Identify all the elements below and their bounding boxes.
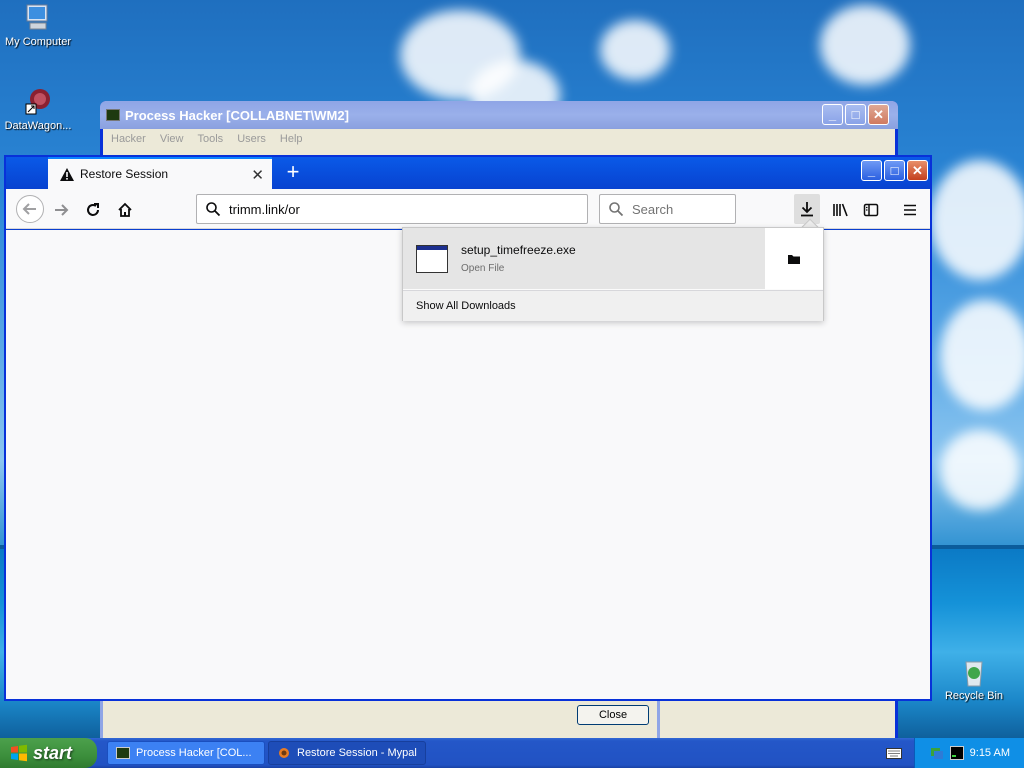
download-arrow-icon	[801, 202, 813, 217]
minimize-button[interactable]: _	[861, 160, 882, 181]
home-button[interactable]	[112, 197, 138, 223]
maximize-button[interactable]: □	[884, 160, 905, 181]
warning-icon	[60, 167, 74, 181]
menu-users[interactable]: Users	[237, 133, 266, 145]
new-tab-button[interactable]: +	[280, 160, 306, 186]
show-all-downloads-button[interactable]: Show All Downloads	[403, 290, 823, 321]
window-controls: _ □ ✕	[822, 104, 889, 125]
search-icon	[206, 202, 221, 217]
folder-icon	[788, 254, 800, 264]
forward-button[interactable]	[48, 197, 74, 223]
browser-app-icon	[279, 748, 289, 758]
start-button[interactable]: start	[0, 738, 97, 768]
browser-window: Restore Session ✕ + _ □ ✕ trimm.link/or …	[4, 155, 932, 701]
navigation-toolbar: trimm.link/or Search	[6, 189, 930, 229]
home-icon	[118, 202, 132, 217]
menu-button[interactable]	[897, 197, 923, 223]
taskbar-item-browser[interactable]: Restore Session - Mypal	[268, 741, 426, 765]
forward-arrow-icon	[55, 204, 69, 216]
reload-icon	[87, 203, 99, 216]
datawagon-shortcut-icon	[25, 89, 50, 115]
back-button[interactable]	[16, 195, 44, 223]
computer-icon	[26, 4, 48, 30]
window-controls: _ □ ✕	[861, 160, 928, 181]
process-hacker-dialog-footer: Close	[100, 700, 660, 738]
taskbar-item-label: Process Hacker [COL...	[136, 747, 252, 759]
process-hacker-title-bar[interactable]: Process Hacker [COLLABNET\WM2] _ □ ✕	[100, 101, 898, 129]
library-icon	[833, 203, 848, 217]
start-label: start	[33, 742, 73, 763]
terminal-icon[interactable]	[949, 746, 964, 760]
taskbar: start Process Hacker [COL... Restore Ses…	[0, 738, 1024, 768]
clock: 9:15 AM	[969, 747, 1010, 759]
process-hacker-app-icon	[106, 109, 120, 121]
download-status: Open File	[461, 263, 505, 274]
maximize-button[interactable]: □	[845, 104, 866, 125]
menu-help[interactable]: Help	[280, 133, 303, 145]
recycle-bin-icon	[965, 661, 983, 687]
search-icon	[609, 202, 624, 217]
search-input[interactable]: Search	[599, 194, 736, 224]
hamburger-menu-icon	[904, 204, 916, 216]
desktop-icon-label: DataWagon...	[4, 120, 72, 132]
tab-bar: Restore Session ✕ + _ □ ✕	[6, 157, 930, 189]
library-button[interactable]	[828, 197, 854, 223]
menu-tools[interactable]: Tools	[198, 133, 224, 145]
process-hacker-app-icon	[116, 747, 130, 759]
minimize-button[interactable]: _	[822, 104, 843, 125]
url-bar[interactable]: trimm.link/or	[196, 194, 588, 224]
reload-button[interactable]	[80, 197, 106, 223]
desktop-icon-label: My Computer	[4, 36, 72, 48]
back-arrow-icon	[22, 203, 36, 215]
taskbar-item-label: Restore Session - Mypal	[297, 747, 417, 759]
url-text: trimm.link/or	[229, 201, 300, 217]
open-containing-folder-button[interactable]	[765, 228, 823, 289]
window-title: Process Hacker [COLLABNET\WM2]	[125, 107, 349, 123]
process-hacker-menu-bar: Hacker View Tools Users Help	[103, 129, 895, 149]
executable-file-icon	[416, 244, 448, 273]
taskbar-item-process-hacker[interactable]: Process Hacker [COL...	[107, 741, 265, 765]
downloads-button[interactable]	[794, 194, 820, 224]
tab-restore-session[interactable]: Restore Session ✕	[48, 157, 272, 189]
close-button[interactable]: Close	[577, 705, 649, 725]
download-file-name: setup_timefreeze.exe	[461, 243, 576, 257]
network-icon[interactable]	[930, 746, 944, 760]
system-tray: 9:15 AM	[914, 738, 1024, 768]
sidebar-button[interactable]	[858, 197, 884, 223]
downloads-panel: setup_timefreeze.exe Open File Show All …	[402, 227, 824, 321]
close-window-button[interactable]: ✕	[868, 104, 889, 125]
desktop-icon-recycle-bin[interactable]: Recycle Bin	[934, 656, 1014, 702]
desktop-icon-label: Recycle Bin	[944, 690, 1004, 702]
download-item[interactable]: setup_timefreeze.exe Open File	[403, 228, 765, 289]
desktop-icon-my-computer[interactable]: My Computer	[0, 2, 78, 48]
tab-close-icon[interactable]: ✕	[251, 166, 264, 184]
search-placeholder: Search	[632, 201, 674, 217]
windows-flag-icon	[11, 744, 27, 762]
menu-hacker[interactable]: Hacker	[111, 133, 146, 145]
sidebar-icon	[863, 203, 879, 217]
menu-view[interactable]: View	[160, 133, 184, 145]
tab-label: Restore Session	[80, 167, 169, 181]
close-window-button[interactable]: ✕	[907, 160, 928, 181]
keyboard-icon[interactable]	[886, 747, 902, 759]
desktop-icon-datawagon[interactable]: DataWagon...	[0, 86, 78, 132]
